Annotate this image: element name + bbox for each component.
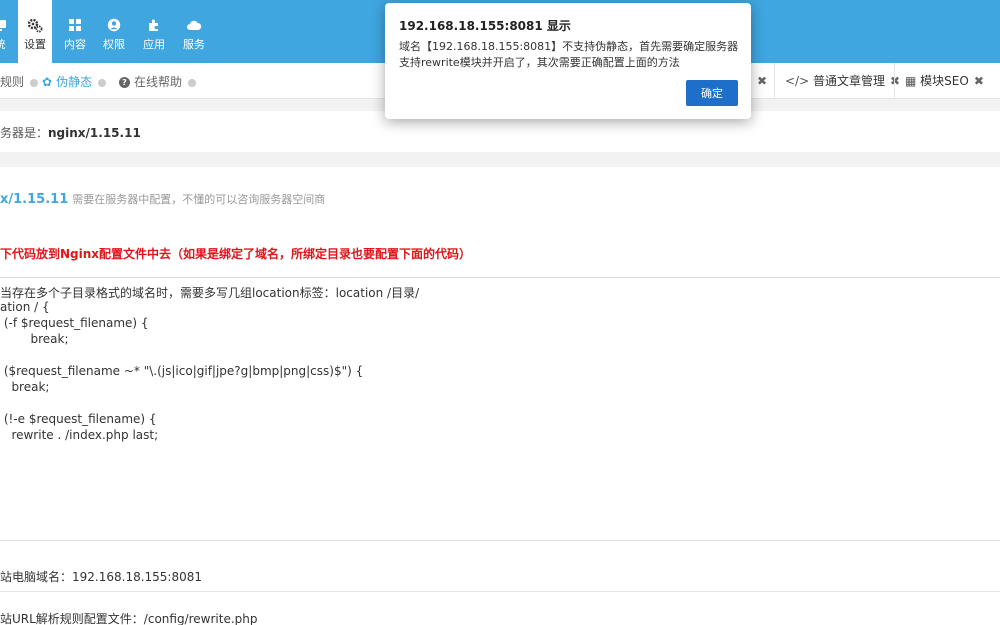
nav-item-content[interactable]: 内容 (58, 0, 92, 63)
rewrite-config-file: 站URL解析规则配置文件：/config/rewrite.php (0, 612, 258, 625)
nav-item-label: 应用 (143, 38, 165, 51)
question-icon: ? (119, 77, 130, 88)
nav-item-permissions[interactable]: 权限 (97, 0, 131, 63)
code-icon: </> (785, 74, 810, 88)
grid-icon (67, 18, 83, 33)
gear-icon: ✿ (42, 75, 53, 89)
code-line: break; (0, 380, 50, 394)
code-line: ation / { (0, 300, 50, 314)
server-value: nginx/1.15.11 (48, 126, 141, 140)
warning-text: 下代码放到Nginx配置文件中去（如果是绑定了域名，所绑定目录也要配置下面的代码… (0, 247, 472, 261)
nav-item-label: 权限 (103, 38, 125, 51)
server-prefix: 务器是： (0, 126, 49, 140)
tab-module-seo[interactable]: ▦ 模块SEO ✖ (894, 63, 994, 99)
nav-item-label: 设置 (24, 38, 46, 51)
code-line: (-f $request_filename) { (0, 316, 149, 330)
nav-item-apps[interactable]: 应用 (136, 0, 172, 63)
code-line: rewrite . /index.php last; (0, 428, 159, 442)
dialog-title: 192.168.18.155:8081 显示 (399, 19, 571, 33)
close-icon[interactable]: ✖ (974, 74, 984, 88)
tab-label: 伪静态 (56, 75, 93, 89)
nav-item-label: 内容 (64, 38, 86, 51)
version-hint: 需要在服务器中配置，不懂的可以咨询服务器空间商 (72, 193, 326, 206)
tab-label: 普通文章管理 (812, 74, 885, 88)
ok-button[interactable]: 确定 (686, 80, 738, 106)
code-block[interactable]: 当存在多个子目录格式的域名时，需要多写几组location标签：location… (0, 277, 1000, 541)
code-line: ($request_filename ~* "\.(js|ico|gif|jpe… (0, 364, 364, 378)
puzzle-icon (146, 18, 162, 33)
nav-item-services[interactable]: 服务 (177, 0, 211, 63)
gears-icon (27, 18, 43, 33)
tab-label: 模块SEO (920, 74, 969, 88)
version-line: x/1.15.11 需要在服务器中配置，不懂的可以咨询服务器空间商 (0, 188, 325, 207)
monitor-icon (0, 18, 8, 33)
tab-label: 规则 (0, 75, 25, 89)
code-line: 当存在多个子目录格式的域名时，需要多写几组location标签：location… (0, 286, 420, 300)
code-line: (!-e $request_filename) { (0, 412, 157, 426)
dialog-message: 域名【192.168.18.155:8081】不支持伪静态，首先需要确定服务器支… (399, 40, 739, 69)
tab-label: 在线帮助 (134, 75, 183, 89)
nav-item-label: 服务 (183, 38, 205, 51)
divider (0, 591, 1000, 592)
server-info: 务器是：nginx/1.15.11 (0, 124, 141, 141)
nav-item-settings[interactable]: 设置 (18, 0, 52, 63)
user-icon (106, 18, 122, 33)
tab-pseudo-static[interactable]: ✿ 伪静态 (42, 73, 107, 90)
dot-icon (188, 78, 197, 87)
close-icon[interactable]: ✖ (757, 74, 767, 88)
cloud-icon (186, 18, 202, 33)
nav-item-system[interactable]: 统 (0, 0, 18, 63)
nav-item-label: 统 (0, 36, 18, 52)
grid-icon: ▦ (905, 74, 917, 88)
pc-domain: 站电脑域名：192.168.18.155:8081 (0, 570, 203, 584)
tab-rules[interactable]: 规则 (0, 73, 39, 90)
code-line: break; (0, 332, 69, 346)
tab-article-management[interactable]: </> 普通文章管理 ✖ (774, 63, 910, 99)
alert-dialog: 192.168.18.155:8081 显示 域名【192.168.18.155… (385, 3, 751, 119)
server-version: x/1.15.11 (0, 192, 69, 207)
tab-online-help[interactable]: ? 在线帮助 (119, 73, 197, 90)
dot-icon (98, 78, 107, 87)
dot-icon (30, 78, 39, 87)
